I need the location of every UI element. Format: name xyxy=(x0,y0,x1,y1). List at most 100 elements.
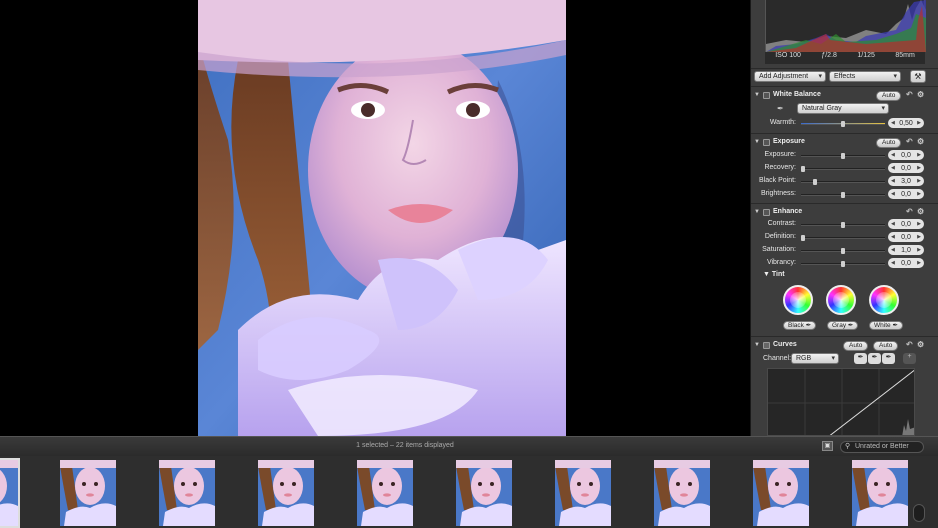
gear-icon[interactable]: ⚙ xyxy=(917,137,924,146)
slider-thumb[interactable] xyxy=(841,248,845,254)
increment-arrow-icon[interactable]: ▶ xyxy=(917,234,921,240)
disclosure-triangle-icon[interactable]: ▼ xyxy=(754,92,760,98)
white-eyedropper-button[interactable]: White ✒ xyxy=(869,321,903,330)
increment-arrow-icon[interactable]: ▶ xyxy=(917,260,921,266)
filmstrip-thumbnail[interactable] xyxy=(60,460,116,526)
disclosure-triangle-icon[interactable]: ▼ xyxy=(754,139,760,145)
value-field[interactable]: ◀ 0,0 ▶ xyxy=(888,258,924,268)
value-field[interactable]: ◀ 0,0 ▶ xyxy=(888,219,924,229)
slider-thumb[interactable] xyxy=(813,179,817,185)
slider-thumb[interactable] xyxy=(801,166,805,172)
filmstrip[interactable] xyxy=(0,456,938,528)
image-mode-icon[interactable]: ▣ xyxy=(822,441,833,451)
exposure-checkbox[interactable] xyxy=(763,139,770,146)
white-balance-checkbox[interactable] xyxy=(763,92,770,99)
white-tint-wheel[interactable] xyxy=(869,285,899,315)
adjustment-slider[interactable] xyxy=(801,166,885,172)
increment-arrow-icon[interactable]: ▶ xyxy=(917,152,921,158)
decrement-arrow-icon[interactable]: ◀ xyxy=(891,178,895,184)
value-field[interactable]: ◀ 0,0 ▶ xyxy=(888,163,924,173)
adjustment-slider[interactable] xyxy=(801,222,885,228)
gear-icon[interactable]: ⚙ xyxy=(917,207,924,216)
tint-header[interactable]: ▼ Tint xyxy=(763,271,785,278)
curves-auto-channels-button[interactable]: Auto xyxy=(873,341,899,351)
filmstrip-thumbnail[interactable] xyxy=(357,460,413,526)
slider-thumb[interactable] xyxy=(841,153,845,159)
gray-point-eyedropper-icon[interactable]: ✒ xyxy=(868,353,881,364)
slider-thumb[interactable] xyxy=(841,121,845,127)
white-point-eyedropper-icon[interactable]: ✒ xyxy=(882,353,895,364)
increment-arrow-icon[interactable]: ▶ xyxy=(917,120,921,126)
increment-arrow-icon[interactable]: ▶ xyxy=(917,221,921,227)
filmstrip-thumbnail[interactable] xyxy=(456,460,512,526)
gray-tint-wheel[interactable] xyxy=(826,285,856,315)
white-balance-auto-button[interactable]: Auto xyxy=(876,91,902,101)
filmstrip-scroll-handle[interactable] xyxy=(913,504,925,522)
value-field[interactable]: ◀ 3,0 ▶ xyxy=(888,176,924,186)
decrement-arrow-icon[interactable]: ◀ xyxy=(891,120,895,126)
slider-label: Vibrancy: xyxy=(766,259,796,266)
curves-auto-button[interactable]: Auto xyxy=(843,341,869,351)
decrement-arrow-icon[interactable]: ◀ xyxy=(891,247,895,253)
black-tint-wheel[interactable] xyxy=(783,285,813,315)
disclosure-triangle-icon[interactable]: ▼ xyxy=(754,209,760,215)
gray-eyedropper-button[interactable]: Gray ✒ xyxy=(827,321,859,330)
adjustment-slider[interactable] xyxy=(801,179,885,185)
decrement-arrow-icon[interactable]: ◀ xyxy=(891,234,895,240)
filmstrip-thumbnail[interactable] xyxy=(0,458,20,528)
increment-arrow-icon[interactable]: ▶ xyxy=(917,191,921,197)
adjustment-slider[interactable] xyxy=(801,192,885,198)
image-viewer[interactable] xyxy=(0,0,750,436)
enhance-checkbox[interactable] xyxy=(763,209,770,216)
adjustment-slider[interactable] xyxy=(801,235,885,241)
eyedropper-icon[interactable]: ✒ xyxy=(777,104,784,113)
gear-icon[interactable]: ⚙ xyxy=(917,340,924,349)
slider-thumb[interactable] xyxy=(841,261,845,267)
slider-thumb[interactable] xyxy=(841,222,845,228)
adjustment-slider[interactable] xyxy=(801,248,885,254)
black-eyedropper-button[interactable]: Black ✒ xyxy=(783,321,817,330)
reset-icon[interactable]: ↶ xyxy=(906,137,913,146)
effects-popup[interactable]: Effects xyxy=(829,71,901,82)
increment-arrow-icon[interactable]: ▶ xyxy=(917,178,921,184)
adjustments-tools-button[interactable]: ⚒ xyxy=(910,70,926,83)
black-point-eyedropper-icon[interactable]: ✒ xyxy=(854,353,867,364)
filmstrip-thumbnail[interactable] xyxy=(654,460,710,526)
filmstrip-thumbnail[interactable] xyxy=(753,460,809,526)
gear-icon[interactable]: ⚙ xyxy=(917,90,924,99)
filmstrip-thumbnail[interactable] xyxy=(852,460,908,526)
value-field[interactable]: ◀ 0,0 ▶ xyxy=(888,189,924,199)
value-field[interactable]: ◀ 0,0 ▶ xyxy=(888,232,924,242)
reset-icon[interactable]: ↶ xyxy=(906,207,913,216)
decrement-arrow-icon[interactable]: ◀ xyxy=(891,165,895,171)
rating-filter-search[interactable]: ⚲ Unrated or Better xyxy=(840,441,924,453)
decrement-arrow-icon[interactable]: ◀ xyxy=(891,221,895,227)
curves-graph[interactable] xyxy=(767,368,915,436)
adjustment-slider[interactable] xyxy=(801,153,885,159)
disclosure-triangle-icon[interactable]: ▼ xyxy=(763,271,772,278)
decrement-arrow-icon[interactable]: ◀ xyxy=(891,191,895,197)
add-adjustment-popup[interactable]: Add Adjustment xyxy=(754,71,826,82)
warmth-value-field[interactable]: ◀ 0,50 ▶ xyxy=(888,118,924,128)
value-field[interactable]: ◀ 0,0 ▶ xyxy=(888,150,924,160)
slider-thumb[interactable] xyxy=(841,192,845,198)
filmstrip-thumbnail[interactable] xyxy=(258,460,314,526)
exposure-auto-button[interactable]: Auto xyxy=(876,138,902,148)
curves-checkbox[interactable] xyxy=(763,342,770,349)
reset-icon[interactable]: ↶ xyxy=(906,90,913,99)
slider-thumb[interactable] xyxy=(801,235,805,241)
warmth-slider[interactable] xyxy=(801,121,885,127)
adjustment-slider[interactable] xyxy=(801,261,885,267)
channel-popup[interactable]: RGB xyxy=(791,353,839,364)
filmstrip-thumbnail[interactable] xyxy=(159,460,215,526)
filmstrip-thumbnail[interactable] xyxy=(555,460,611,526)
increment-arrow-icon[interactable]: ▶ xyxy=(917,247,921,253)
value-field[interactable]: ◀ 1,0 ▶ xyxy=(888,245,924,255)
decrement-arrow-icon[interactable]: ◀ xyxy=(891,152,895,158)
decrement-arrow-icon[interactable]: ◀ xyxy=(891,260,895,266)
white-balance-preset-popup[interactable]: Natural Gray xyxy=(797,103,889,114)
reset-icon[interactable]: ↶ xyxy=(906,340,913,349)
increment-arrow-icon[interactable]: ▶ xyxy=(917,165,921,171)
add-point-icon[interactable]: + xyxy=(903,353,916,364)
disclosure-triangle-icon[interactable]: ▼ xyxy=(754,342,760,348)
